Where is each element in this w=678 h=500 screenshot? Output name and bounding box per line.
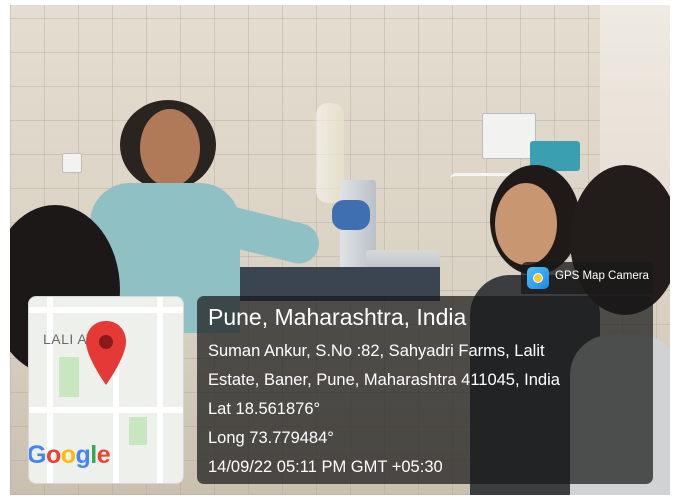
google-logo-letter: e bbox=[96, 441, 111, 469]
map-park bbox=[59, 357, 79, 397]
google-logo-letter: G bbox=[28, 441, 46, 469]
camera-app-icon bbox=[527, 267, 549, 289]
google-logo-letter: o bbox=[60, 441, 76, 469]
longitude-text: Long 73.779484° bbox=[208, 429, 334, 447]
location-pin-icon bbox=[86, 321, 126, 385]
location-title: Pune, Maharashtra, India bbox=[208, 304, 467, 330]
map-thumbnail: LALI ATE Google bbox=[28, 296, 184, 484]
address-line-1: Suman Ankur, S.No :82, Sahyadri Farms, L… bbox=[208, 342, 545, 360]
address-line-2: Estate, Baner, Pune, Maharashtra 411045,… bbox=[208, 371, 560, 389]
power-socket bbox=[482, 113, 536, 159]
gps-camera-badge: GPS Map Camera bbox=[521, 262, 653, 294]
location-info-panel: Pune, Maharashtra, India Suman Ankur, S.… bbox=[197, 296, 653, 484]
google-logo: Google bbox=[28, 441, 111, 470]
google-logo-letter: o bbox=[45, 441, 61, 469]
student-face bbox=[495, 183, 557, 265]
presenter-face bbox=[140, 109, 200, 187]
timestamp-text: 14/09/22 05:11 PM GMT +05:30 bbox=[208, 458, 443, 476]
map-road bbox=[29, 307, 183, 313]
photo-canvas: GPS Map Camera LALI ATE Google Pune, Mah… bbox=[0, 0, 678, 500]
google-logo-letter: g bbox=[75, 441, 91, 469]
map-road bbox=[157, 297, 163, 483]
latitude-text: Lat 18.561876° bbox=[208, 400, 321, 418]
motor-unit bbox=[332, 200, 370, 230]
camera-badge-label: GPS Map Camera bbox=[555, 270, 649, 282]
map-road bbox=[29, 407, 183, 413]
light-switch bbox=[62, 153, 82, 173]
map-park bbox=[129, 417, 147, 445]
